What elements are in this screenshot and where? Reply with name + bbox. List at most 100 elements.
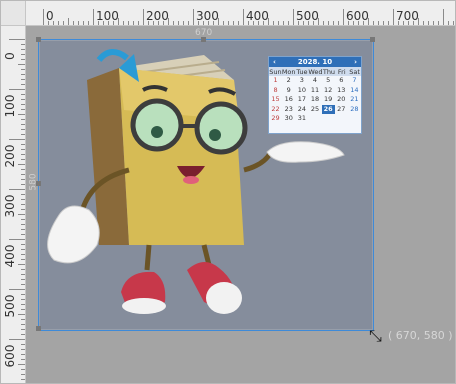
calendar-day[interactable]: 1 xyxy=(269,76,282,86)
calendar-next-button[interactable]: › xyxy=(354,58,357,66)
ruler-tick xyxy=(383,21,384,25)
calendar-weekday: Fri xyxy=(337,67,346,76)
ruler-tick xyxy=(9,139,25,140)
ruler-tick xyxy=(393,9,394,25)
ruler-tick xyxy=(273,21,274,25)
calendar-day[interactable]: 14 xyxy=(348,86,361,96)
calendar-day[interactable]: 26 xyxy=(321,104,335,115)
ruler-top-label: 300 xyxy=(196,9,219,23)
ruler-tick xyxy=(21,309,25,310)
ruler-tick xyxy=(333,21,334,25)
ruler-tick xyxy=(438,21,439,25)
ruler-corner xyxy=(1,1,26,26)
ruler-tick xyxy=(21,259,25,260)
calendar-day[interactable]: 4 xyxy=(308,76,321,86)
calendar-day[interactable]: 18 xyxy=(308,95,321,105)
ruler-tick xyxy=(328,21,329,25)
ruler-tick xyxy=(21,319,25,320)
ruler-top-label: 600 xyxy=(346,9,369,23)
ruler-top-label: 700 xyxy=(396,9,419,23)
ruler-tick xyxy=(88,21,89,25)
calendar-day[interactable]: 31 xyxy=(295,114,308,124)
ruler-tick xyxy=(343,9,344,25)
ruler-tick xyxy=(21,79,25,80)
ruler-tick xyxy=(21,204,25,205)
ruler-top-label: 400 xyxy=(246,9,269,23)
resize-handle-top-left[interactable] xyxy=(36,37,41,42)
ruler-left-label: 500 xyxy=(3,294,17,318)
calendar-day[interactable]: 12 xyxy=(322,86,335,96)
calendar-day[interactable]: 16 xyxy=(282,95,295,105)
ruler-tick xyxy=(21,254,25,255)
ruler-top-label: 500 xyxy=(296,9,319,23)
calendar-day[interactable]: 7 xyxy=(348,76,361,86)
ruler-tick xyxy=(21,344,25,345)
ruler-tick xyxy=(233,21,234,25)
ruler-tick xyxy=(21,359,25,360)
calendar-day[interactable]: 6 xyxy=(335,76,348,86)
calendar-day[interactable]: 20 xyxy=(335,95,348,105)
ruler-tick xyxy=(21,119,25,120)
calendar-header: ‹ 2028. 10 › xyxy=(269,57,361,67)
calendar-day[interactable]: 13 xyxy=(335,86,348,96)
image-canvas[interactable]: ‹ 2028. 10 › Sun Mon Tue Wed Thu Fri Sat 12345… xyxy=(38,39,374,331)
calendar-widget[interactable]: ‹ 2028. 10 › Sun Mon Tue Wed Thu Fri Sat 12345… xyxy=(268,56,362,134)
ruler-tick xyxy=(373,21,374,25)
ruler-tick xyxy=(338,21,339,25)
ruler-tick xyxy=(21,84,25,85)
calendar-day[interactable]: 19 xyxy=(322,95,335,105)
ruler-tick xyxy=(83,21,84,25)
ruler-tick xyxy=(238,21,239,25)
ruler-tick xyxy=(143,9,144,25)
calendar-day[interactable]: 28 xyxy=(348,105,361,115)
ruler-tick xyxy=(21,44,25,45)
resize-diagonal-icon[interactable]: ⤡ xyxy=(369,326,387,345)
ruler-tick xyxy=(21,94,25,95)
ruler-tick xyxy=(21,279,25,280)
ruler-tick xyxy=(21,54,25,55)
ruler-tick xyxy=(21,69,25,70)
ruler-tick xyxy=(443,9,444,25)
ruler-tick xyxy=(128,21,129,25)
calendar-day[interactable]: 29 xyxy=(269,114,282,124)
calendar-day[interactable]: 5 xyxy=(322,76,335,86)
ruler-tick xyxy=(193,9,194,25)
ruler-left-label: 400 xyxy=(3,244,17,268)
horizontal-ruler: 0 100 200 300 400 500 600 700 xyxy=(26,1,455,26)
ruler-tick xyxy=(21,299,25,300)
ruler-tick xyxy=(123,21,124,25)
ruler-tick xyxy=(21,244,25,245)
ruler-left-label: 600 xyxy=(3,344,17,368)
ruler-tick xyxy=(21,59,25,60)
ruler-tick xyxy=(18,314,25,315)
ruler-tick xyxy=(21,219,25,220)
ruler-tick xyxy=(283,21,284,25)
calendar-day[interactable]: 9 xyxy=(282,86,295,96)
calendar-day[interactable]: 15 xyxy=(269,95,282,105)
calendar-day-grid: 1 2 3 4 5 6 7 8 9 10 11 12 13 14 15 16 17 18 19 20 21 22 23 24 2… xyxy=(269,76,361,124)
calendar-day[interactable]: 8 xyxy=(269,86,282,96)
ruler-tick xyxy=(21,354,25,355)
calendar-day[interactable]: 2 xyxy=(282,76,295,86)
ruler-tick xyxy=(293,9,294,25)
resize-handle-top-right[interactable] xyxy=(370,37,375,42)
calendar-day[interactable]: 24 xyxy=(295,105,308,115)
calendar-day[interactable]: 17 xyxy=(295,95,308,105)
calendar-day[interactable]: 21 xyxy=(348,95,361,105)
calendar-day[interactable]: 30 xyxy=(282,114,295,124)
calendar-day[interactable]: 11 xyxy=(308,86,321,96)
calendar-day[interactable]: 25 xyxy=(308,105,321,115)
ruler-tick xyxy=(21,224,25,225)
ruler-tick xyxy=(278,21,279,25)
ruler-tick xyxy=(21,349,25,350)
calendar-day[interactable]: 22 xyxy=(269,105,282,115)
resize-handle-bottom-left[interactable] xyxy=(36,326,41,331)
ruler-tick xyxy=(21,99,25,100)
calendar-day[interactable]: 23 xyxy=(282,105,295,115)
calendar-day[interactable]: 27 xyxy=(335,105,348,115)
calendar-day[interactable]: 3 xyxy=(295,76,308,86)
ruler-tick xyxy=(21,274,25,275)
ruler-tick xyxy=(388,21,389,25)
calendar-day[interactable]: 10 xyxy=(295,86,308,96)
calendar-prev-button[interactable]: ‹ xyxy=(273,58,276,66)
